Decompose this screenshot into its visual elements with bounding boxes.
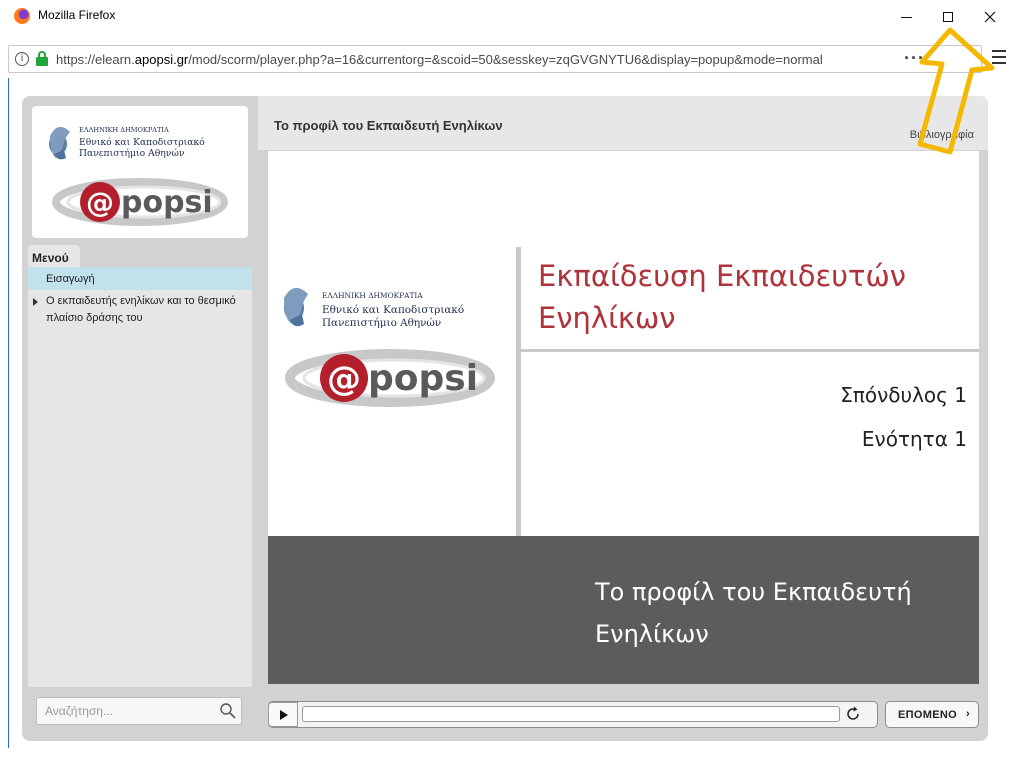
apopsi-logo: ΕΛΛΗΝΙΚΗ ΔΗΜΟΚΡΑΤΙΑ Εθνικό και Καποδιστρ… <box>49 126 228 226</box>
next-button[interactable]: ΕΠΟΜΕΝΟ › <box>885 701 979 728</box>
hamburger-menu-icon[interactable] <box>992 50 1006 66</box>
maximize-button[interactable] <box>928 4 968 30</box>
firefox-logo-icon <box>14 8 30 24</box>
slide-divider-horizontal <box>521 349 979 352</box>
player-controls: ΕΠΟΜΕΝΟ › <box>258 684 988 741</box>
menu-item-label: Εισαγωγή <box>46 273 95 285</box>
maximize-icon <box>943 12 953 22</box>
slide-footer-title: Το προφίλ του Εκπαιδευτή Ενηλίκων <box>595 578 912 648</box>
next-button-label: ΕΠΟΜΕΝΟ <box>898 709 957 721</box>
browser-window: Mozilla Firefox i https://elearn.apopsi.… <box>0 0 1009 760</box>
slide: ΕΛΛΗΝΙΚΗ ΔΗΜΟΚΡΑΤΙΑ Εθνικό και Καποδιστρ… <box>268 151 979 684</box>
slide-logo-at: @ <box>327 359 361 399</box>
window-edge <box>8 78 9 748</box>
menu-panel: Εισαγωγή Ο εκπαιδευτής ενηλίκων και το θ… <box>28 267 252 687</box>
menu-tab[interactable]: Μενού <box>28 245 80 267</box>
url-path: /mod/scorm/player.php?a=16&currentorg=&s… <box>188 52 823 67</box>
logo-brand: popsi <box>121 185 213 220</box>
info-icon[interactable]: i <box>15 52 29 66</box>
slide-logo-brand: popsi <box>368 358 478 399</box>
bibliography-link[interactable]: Βιβλιογραφία <box>910 129 974 141</box>
menu-item-label: Ο εκπαιδευτής ενηλίκων και το θεσμικό πλ… <box>46 295 236 324</box>
slide-apopsi-logo: ΕΛΛΗΝΙΚΗ ΔΗΜΟΚΡΑΤΙΑ Εθνικό και Καποδιστρ… <box>284 287 495 407</box>
slide-heading: Εκπαίδευση Εκπαιδευτών Ενηλίκων <box>538 259 906 335</box>
search-icon[interactable] <box>219 702 237 720</box>
slide-logo-line1: ΕΛΛΗΝΙΚΗ ΔΗΜΟΚΡΑΤΙΑ <box>322 291 423 300</box>
minimize-icon <box>900 16 912 18</box>
sidebar: ΕΛΛΗΝΙΚΗ ΔΗΜΟΚΡΑΤΙΑ Εθνικό και Καποδιστρ… <box>22 96 258 741</box>
logo-line1: ΕΛΛΗΝΙΚΗ ΔΗΜΟΚΡΑΤΙΑ <box>79 126 169 134</box>
content-header: Το προφίλ του Εκπαιδευτή Ενηλίκων Βιβλιο… <box>258 96 988 150</box>
address-bar[interactable]: i https://elearn.apopsi.gr/mod/scorm/pla… <box>8 45 982 73</box>
close-icon <box>984 11 996 23</box>
logo-line2: Εθνικό και Καποδιστριακό <box>79 137 205 148</box>
url-domain: apopsi.gr <box>134 52 189 67</box>
athena-emblem-icon <box>49 126 70 160</box>
logo-line3: Πανεπιστήμιο Αθηνών <box>79 148 185 159</box>
window-title: Mozilla Firefox <box>38 8 116 22</box>
page-actions-dots-icon[interactable]: ··· <box>904 48 925 69</box>
url-text[interactable]: https://elearn.apopsi.gr/mod/scorm/playe… <box>56 52 823 67</box>
page-title: Το προφίλ του Εκπαιδευτή Ενηλίκων <box>274 118 503 133</box>
play-button[interactable] <box>268 702 298 727</box>
menu-item-intro[interactable]: Εισαγωγή <box>28 267 252 290</box>
title-bar: Mozilla Firefox <box>0 0 1009 40</box>
url-prefix: https://elearn. <box>56 52 135 67</box>
expand-triangle-icon[interactable] <box>33 298 38 306</box>
progress-bar[interactable] <box>302 706 840 722</box>
chevron-right-icon: › <box>966 708 970 720</box>
menu-item-adult-educator[interactable]: Ο εκπαιδευτής ενηλίκων και το θεσμικό πλ… <box>28 290 252 330</box>
slide-unit-label: Ενότητα 1 <box>861 427 967 451</box>
slide-module-label: Σπόνδυλος 1 <box>840 383 967 407</box>
search-input[interactable] <box>37 698 209 724</box>
replay-icon[interactable] <box>844 705 862 723</box>
search-box <box>36 697 242 725</box>
close-button[interactable] <box>970 4 1009 30</box>
logo-at: @ <box>86 186 114 219</box>
slide-logo-line2: Εθνικό και Καποδιστριακό <box>322 304 464 316</box>
minimize-button[interactable] <box>886 4 926 30</box>
lock-icon[interactable] <box>36 51 48 66</box>
athena-emblem-icon <box>284 287 308 327</box>
institution-logo-card: ΕΛΛΗΝΙΚΗ ΔΗΜΟΚΡΑΤΙΑ Εθνικό και Καποδιστρ… <box>32 106 248 238</box>
slide-logo-line3: Πανεπιστήμιο Αθηνών <box>322 316 441 329</box>
